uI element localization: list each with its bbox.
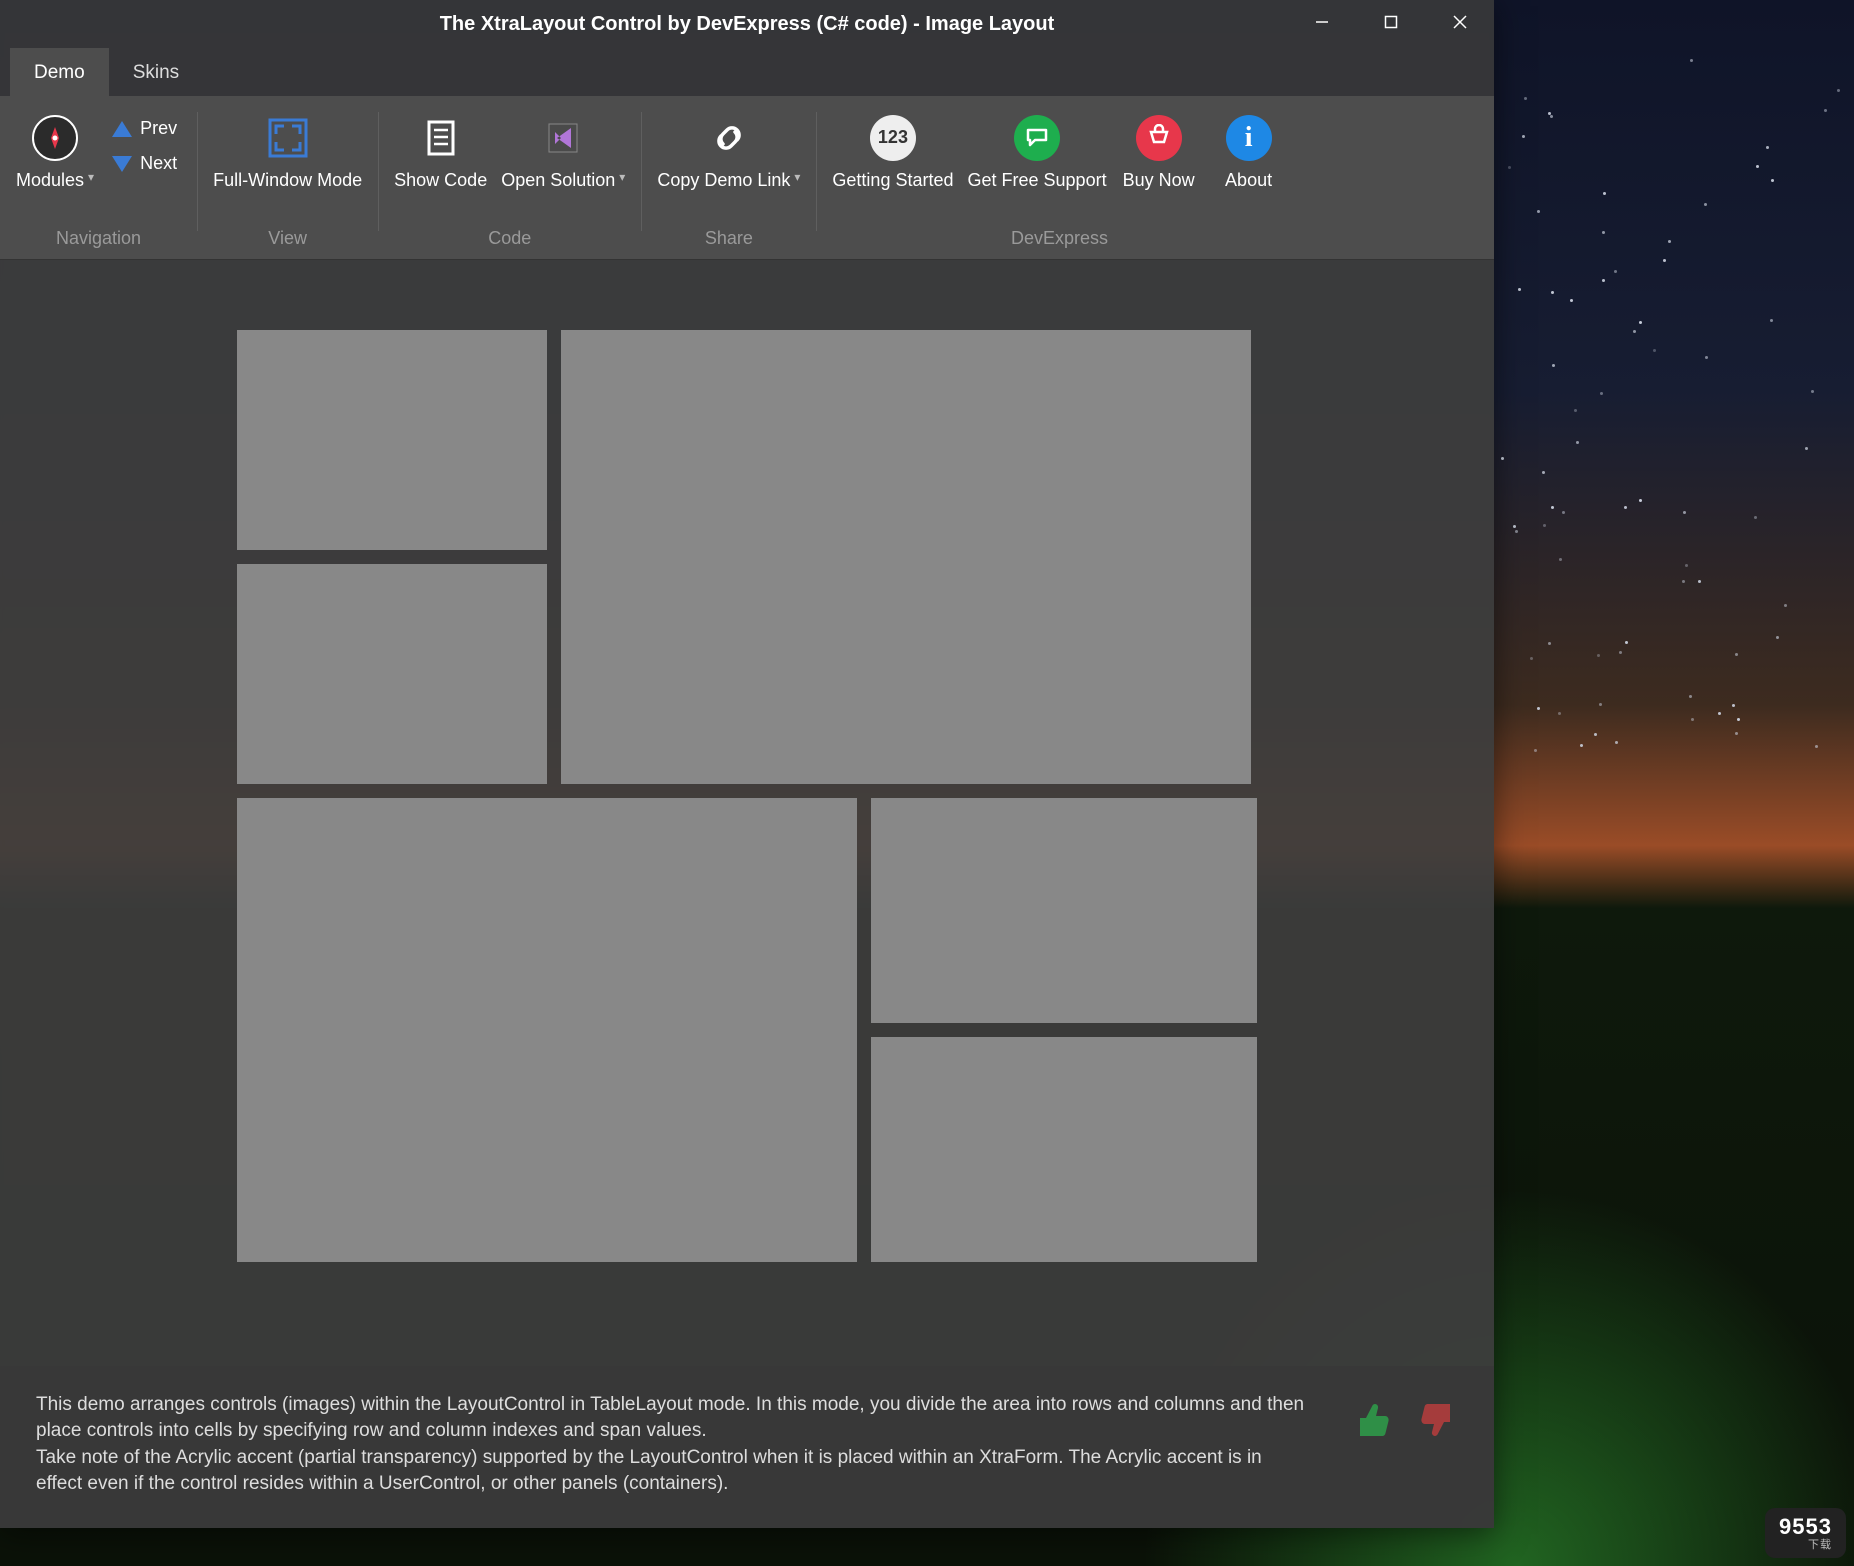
application-window: The XtraLayout Control by DevExpress (C#…: [0, 0, 1494, 1528]
content-area: [0, 260, 1494, 1366]
copy-demo-link-button[interactable]: Copy Demo Link▾: [651, 106, 806, 222]
image-tower-bridge[interactable]: [237, 798, 857, 1262]
group-label-navigation: Navigation: [56, 222, 141, 259]
compass-icon: [31, 114, 79, 162]
group-label-view: View: [268, 222, 307, 259]
visual-studio-icon: [539, 114, 587, 162]
prev-button[interactable]: Prev: [102, 112, 187, 145]
titlebar: The XtraLayout Control by DevExpress (C#…: [0, 0, 1494, 48]
close-button[interactable]: [1425, 0, 1494, 44]
ribbon-tabs: Demo Skins: [0, 48, 1494, 96]
next-button[interactable]: Next: [102, 147, 187, 180]
image-arch[interactable]: [237, 330, 547, 550]
group-label-code: Code: [488, 222, 531, 259]
minimize-button[interactable]: [1287, 0, 1356, 44]
link-icon: [705, 114, 753, 162]
fullscreen-icon: [264, 114, 312, 162]
thumbs-down-button[interactable]: [1414, 1398, 1458, 1442]
info-icon: i: [1225, 114, 1273, 162]
description-text: This demo arranges controls (images) wit…: [36, 1392, 1312, 1498]
maximize-button[interactable]: [1356, 0, 1425, 44]
full-window-mode-button[interactable]: Full-Window Mode: [207, 106, 368, 222]
image-layout: [237, 330, 1257, 1326]
image-eiffel[interactable]: [871, 1037, 1257, 1262]
ribbon: Modules▾ Prev Next Navigation Full-Windo…: [0, 96, 1494, 260]
open-solution-button[interactable]: Open Solution▾: [495, 106, 631, 222]
get-free-support-button[interactable]: Get Free Support: [962, 106, 1113, 222]
chat-icon: [1013, 114, 1061, 162]
ribbon-group-devexpress: 123 Getting Started Get Free Support Buy…: [816, 102, 1302, 259]
image-tower-night[interactable]: [237, 564, 547, 784]
123-icon: 123: [869, 114, 917, 162]
show-code-button[interactable]: Show Code: [388, 106, 493, 222]
cart-icon: [1135, 114, 1183, 162]
ribbon-group-share: Copy Demo Link▾ Share: [641, 102, 816, 259]
triangle-up-icon: [112, 121, 132, 137]
ribbon-group-navigation: Modules▾ Prev Next Navigation: [0, 102, 197, 259]
tab-skins[interactable]: Skins: [109, 48, 203, 96]
image-empire-state[interactable]: [561, 330, 1251, 784]
modules-button[interactable]: Modules▾: [10, 106, 100, 222]
triangle-down-icon: [112, 156, 132, 172]
watermark-logo: 9553下载: [1765, 1508, 1846, 1558]
buy-now-button[interactable]: Buy Now: [1115, 106, 1203, 222]
group-label-share: Share: [705, 222, 753, 259]
getting-started-button[interactable]: 123 Getting Started: [826, 106, 959, 222]
thumbs-up-button[interactable]: [1352, 1398, 1396, 1442]
about-button[interactable]: i About: [1205, 106, 1293, 222]
window-title: The XtraLayout Control by DevExpress (C#…: [440, 13, 1055, 36]
tab-demo[interactable]: Demo: [10, 48, 109, 96]
ribbon-group-code: Show Code Open Solution▾ Code: [378, 102, 641, 259]
ribbon-group-view: Full-Window Mode View: [197, 102, 378, 259]
image-theatre[interactable]: [871, 798, 1257, 1023]
document-icon: [417, 114, 465, 162]
group-label-devexpress: DevExpress: [1011, 222, 1108, 259]
description-footer: This demo arranges controls (images) wit…: [0, 1366, 1494, 1528]
